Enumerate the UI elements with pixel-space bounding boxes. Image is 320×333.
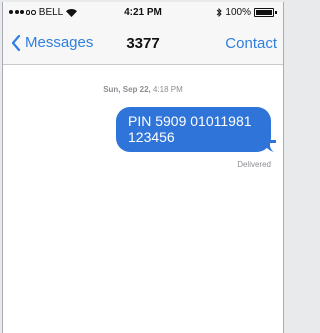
timestamp-day: Sun, Sep 22, [103,85,151,94]
delivery-status: Delivered [237,160,271,169]
navigation-bar: Messages 3377 Contact [3,24,283,65]
battery-percent: 100% [225,7,251,18]
status-right: 100% [216,7,277,18]
sent-message-bubble[interactable]: PIN 5909 01011981 123456 [116,107,276,152]
timestamp-time: 4:18 PM [153,85,183,94]
contact-button[interactable]: Contact [225,35,277,52]
bluetooth-icon [217,8,223,17]
battery-icon [254,8,274,17]
message-timestamp: Sun, Sep 22, 4:18 PM [3,85,283,94]
status-bar: BELL 4:21 PM 100% [3,2,283,24]
phone-screen: BELL 4:21 PM 100% Messages 3377 Contact … [2,2,284,333]
